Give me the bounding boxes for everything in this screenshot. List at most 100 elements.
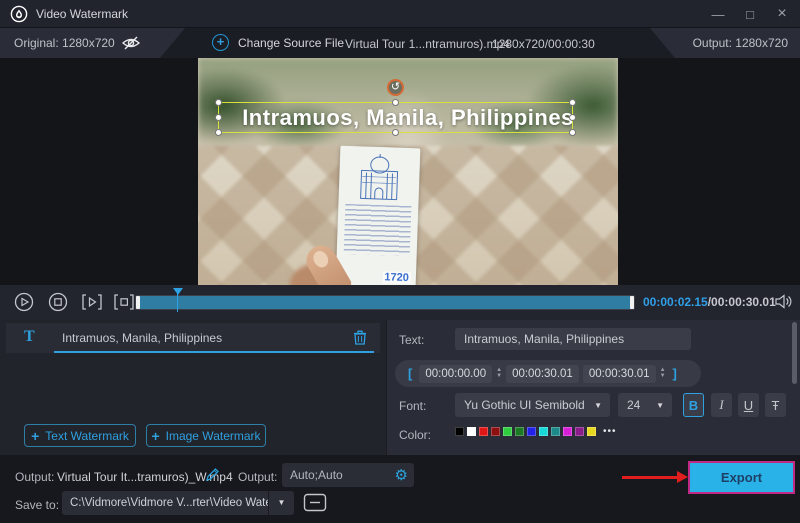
video-preview: 1720 Intramuos, Manila, Philippines ↺ bbox=[198, 58, 618, 285]
watermark-text-input[interactable] bbox=[455, 328, 691, 350]
stop-button[interactable] bbox=[48, 292, 68, 312]
selection-handle[interactable] bbox=[215, 99, 222, 106]
minimize-button[interactable]: — bbox=[710, 7, 726, 22]
spinner-down-icon: ▼ bbox=[496, 374, 502, 379]
more-colors-button[interactable]: ••• bbox=[603, 426, 617, 437]
time-range-control: [ 00:00:00.00 ▲ ▼ 00:00:30.01 00:00:30.0… bbox=[395, 360, 701, 387]
add-image-watermark-label: Image Watermark bbox=[166, 429, 261, 443]
change-source-file-button[interactable]: + Change Source File bbox=[212, 34, 344, 51]
selected-item-underline bbox=[54, 351, 374, 353]
volume-icon[interactable] bbox=[774, 293, 793, 310]
duration-stepper[interactable]: ▲ ▼ bbox=[660, 368, 666, 379]
chevron-down-icon: ▼ bbox=[656, 401, 672, 410]
add-image-watermark-button[interactable]: + Image Watermark bbox=[146, 424, 266, 447]
color-swatch[interactable] bbox=[575, 427, 584, 436]
color-swatch[interactable] bbox=[587, 427, 596, 436]
bracket-open-icon: [ bbox=[405, 366, 415, 381]
play-button[interactable] bbox=[14, 292, 34, 312]
source-toolbar: Original: 1280x720 + Change Source File … bbox=[0, 28, 800, 58]
color-swatch[interactable] bbox=[455, 427, 464, 436]
text-watermark-type-icon: T bbox=[24, 328, 35, 346]
selection-handle[interactable] bbox=[392, 99, 399, 106]
folder-icon[interactable] bbox=[303, 493, 327, 512]
timeline-fill bbox=[136, 296, 634, 309]
plus-circle-icon: + bbox=[212, 34, 229, 51]
selection-handle[interactable] bbox=[392, 129, 399, 136]
duration-time-field[interactable]: 00:00:30.01 bbox=[583, 365, 656, 383]
current-time: 00:00:02.15 bbox=[643, 295, 708, 309]
app-title: Video Watermark bbox=[36, 7, 128, 21]
spinner-down-icon: ▼ bbox=[660, 374, 666, 379]
stop-section-button[interactable] bbox=[112, 292, 132, 312]
italic-button[interactable]: I bbox=[711, 393, 732, 417]
output-format-input[interactable] bbox=[282, 468, 395, 482]
output-name-label: Output: bbox=[15, 470, 54, 484]
close-button[interactable]: × bbox=[774, 5, 790, 23]
watermark-list-item[interactable]: T Intramuos, Manila, Philippines bbox=[6, 323, 380, 353]
export-button[interactable]: Export bbox=[688, 461, 795, 494]
plus-icon: + bbox=[31, 428, 39, 444]
export-footer: Output: Virtual Tour It...tramuros)_W.mp… bbox=[0, 455, 800, 523]
trash-icon[interactable] bbox=[352, 329, 368, 346]
play-section-button[interactable] bbox=[80, 292, 100, 312]
font-family-select[interactable]: Yu Gothic UI Semibold ▼ bbox=[455, 393, 610, 417]
selection-handle[interactable] bbox=[215, 129, 222, 136]
maximize-button[interactable]: □ bbox=[742, 7, 758, 22]
output-format-label: Output: bbox=[238, 470, 277, 484]
save-path-select[interactable]: C:\Vidmore\Vidmore V...rter\Video Waterm… bbox=[62, 491, 294, 515]
color-label: Color: bbox=[399, 428, 431, 442]
text-properties-panel: Text: [ 00:00:00.00 ▲ ▼ 00:00:30.01 00:0… bbox=[386, 320, 800, 455]
source-file-name: Virtual Tour 1...ntramuros).mp4 bbox=[345, 37, 510, 51]
watermark-list-panel: T Intramuos, Manila, Philippines + Text … bbox=[0, 320, 386, 455]
add-text-watermark-button[interactable]: + Text Watermark bbox=[24, 424, 136, 447]
selection-handle[interactable] bbox=[215, 114, 222, 121]
strikethrough-button[interactable]: Ŧ bbox=[765, 393, 786, 417]
total-duration: /00:00:30.01 bbox=[708, 295, 776, 309]
color-swatch[interactable] bbox=[563, 427, 572, 436]
panel-scrollbar[interactable] bbox=[792, 322, 797, 384]
color-swatch[interactable] bbox=[551, 427, 560, 436]
bracket-close-icon: ] bbox=[670, 366, 680, 381]
timeline-slider[interactable] bbox=[135, 295, 635, 310]
add-text-watermark-label: Text Watermark bbox=[45, 429, 129, 443]
font-size-select[interactable]: 24 ▼ bbox=[618, 393, 672, 417]
start-time-stepper[interactable]: ▲ ▼ bbox=[496, 368, 502, 379]
color-swatch[interactable] bbox=[503, 427, 512, 436]
end-time-field[interactable]: 00:00:30.01 bbox=[506, 365, 579, 383]
chevron-down-icon: ▼ bbox=[594, 401, 610, 410]
plus-icon: + bbox=[151, 428, 159, 444]
bold-button[interactable]: B bbox=[683, 393, 704, 417]
trim-handle-left[interactable] bbox=[136, 296, 140, 309]
color-swatch[interactable] bbox=[467, 427, 476, 436]
preview-stage: 1720 Intramuos, Manila, Philippines ↺ bbox=[0, 58, 800, 285]
gear-icon[interactable]: ⚙ bbox=[395, 468, 414, 483]
selection-handle[interactable] bbox=[569, 129, 576, 136]
font-label: Font: bbox=[399, 399, 426, 413]
start-time-field[interactable]: 00:00:00.00 bbox=[419, 365, 492, 383]
color-swatch[interactable] bbox=[515, 427, 524, 436]
watermark-item-label: Intramuos, Manila, Philippines bbox=[62, 331, 222, 345]
selection-handle[interactable] bbox=[569, 114, 576, 121]
edit-pencil-icon[interactable] bbox=[205, 467, 220, 482]
app-logo-icon bbox=[10, 5, 28, 23]
color-swatch[interactable] bbox=[491, 427, 500, 436]
text-label: Text: bbox=[399, 333, 424, 347]
color-swatch[interactable] bbox=[527, 427, 536, 436]
color-swatches: ••• bbox=[455, 426, 617, 437]
color-swatch[interactable] bbox=[539, 427, 548, 436]
trim-handle-right[interactable] bbox=[630, 296, 634, 309]
save-path-value: C:\Vidmore\Vidmore V...rter\Video Waterm… bbox=[62, 497, 268, 509]
selection-handle[interactable] bbox=[569, 99, 576, 106]
annotation-arrow bbox=[622, 476, 678, 479]
color-swatch[interactable] bbox=[479, 427, 488, 436]
source-file-meta: 1280x720/00:00:30 bbox=[492, 37, 595, 51]
underline-button[interactable]: U bbox=[738, 393, 759, 417]
original-resolution-tab: Original: 1280x720 bbox=[0, 28, 190, 58]
title-bar: Video Watermark — □ × bbox=[0, 0, 800, 28]
eye-off-icon[interactable] bbox=[120, 35, 142, 51]
rotate-handle-icon[interactable]: ↺ bbox=[387, 79, 404, 96]
paper-number: 1720 bbox=[382, 271, 411, 284]
font-family-value: Yu Gothic UI Semibold bbox=[455, 398, 594, 412]
watermark-selection-box[interactable] bbox=[218, 102, 573, 133]
paper-text-lines bbox=[344, 204, 412, 256]
